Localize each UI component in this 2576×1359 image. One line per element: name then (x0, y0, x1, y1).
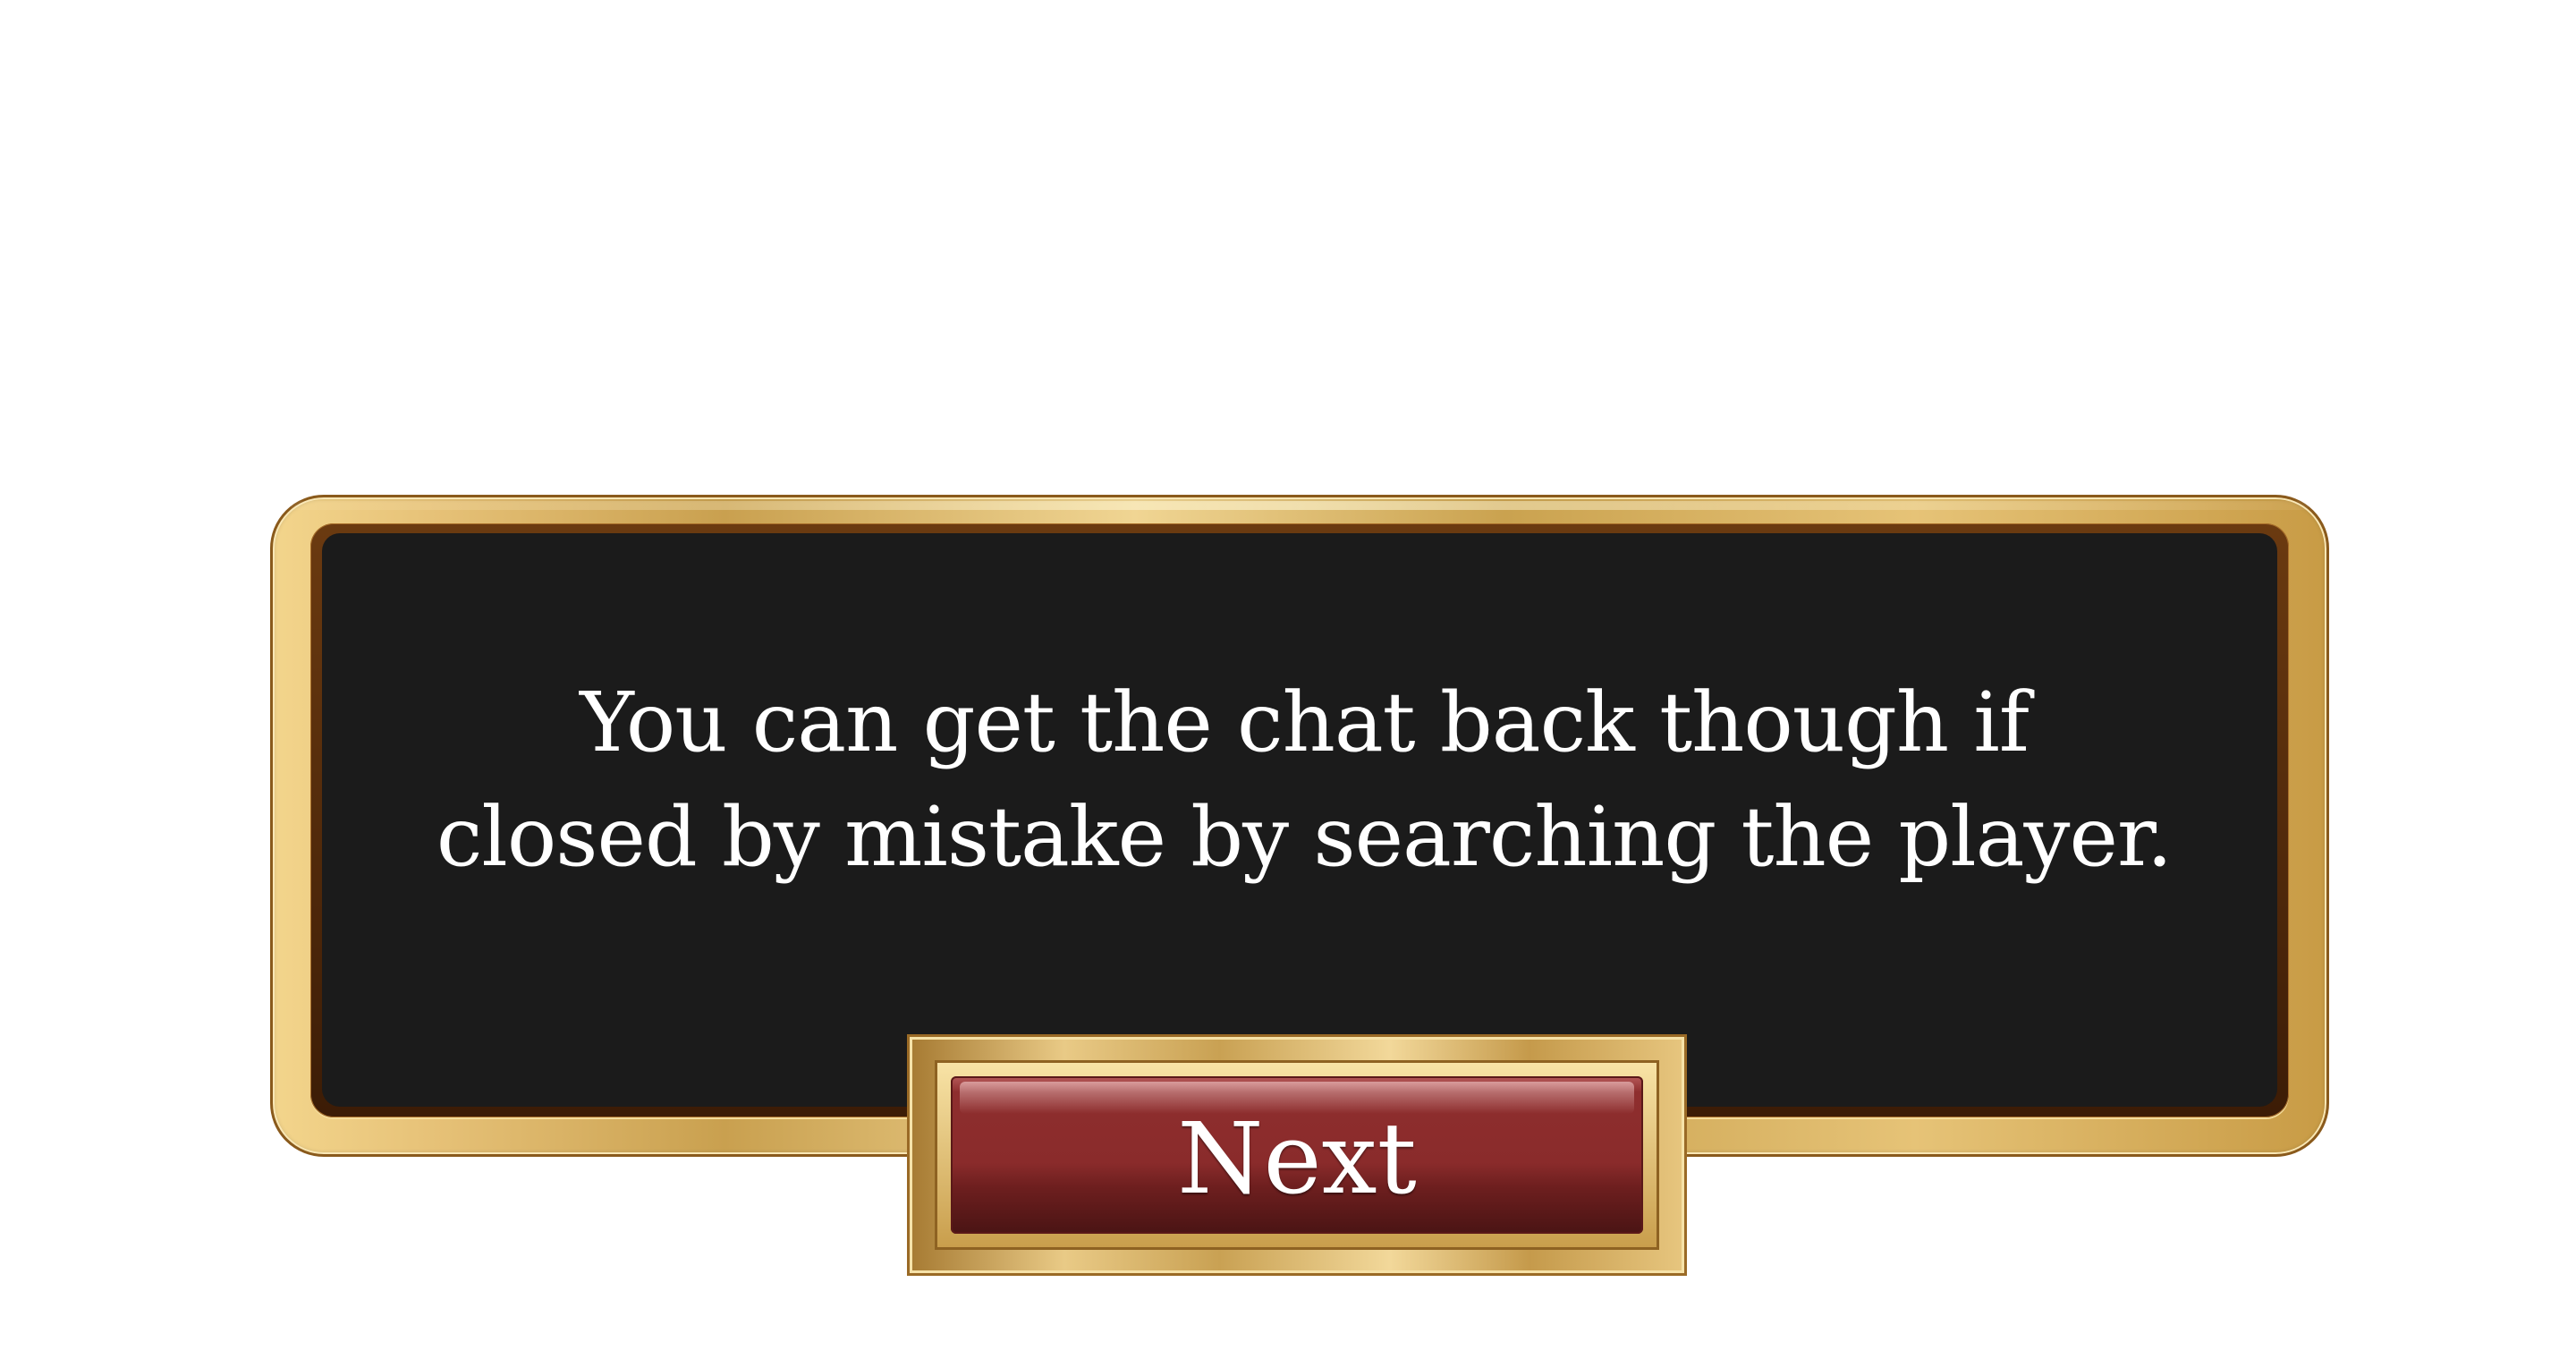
dialog-panel: You can get the chat back though if clos… (322, 533, 2277, 1107)
next-button[interactable]: Next (951, 1076, 1643, 1234)
next-button-frame: Next (907, 1034, 1687, 1276)
next-button-label: Next (1177, 1101, 1417, 1216)
dialog-message-line-1: You can get the chat back though if (580, 674, 2029, 770)
dialog-message: You can get the chat back though if clos… (436, 666, 2173, 895)
dialog-message-line-2: closed by mistake by searching the playe… (436, 788, 2173, 885)
